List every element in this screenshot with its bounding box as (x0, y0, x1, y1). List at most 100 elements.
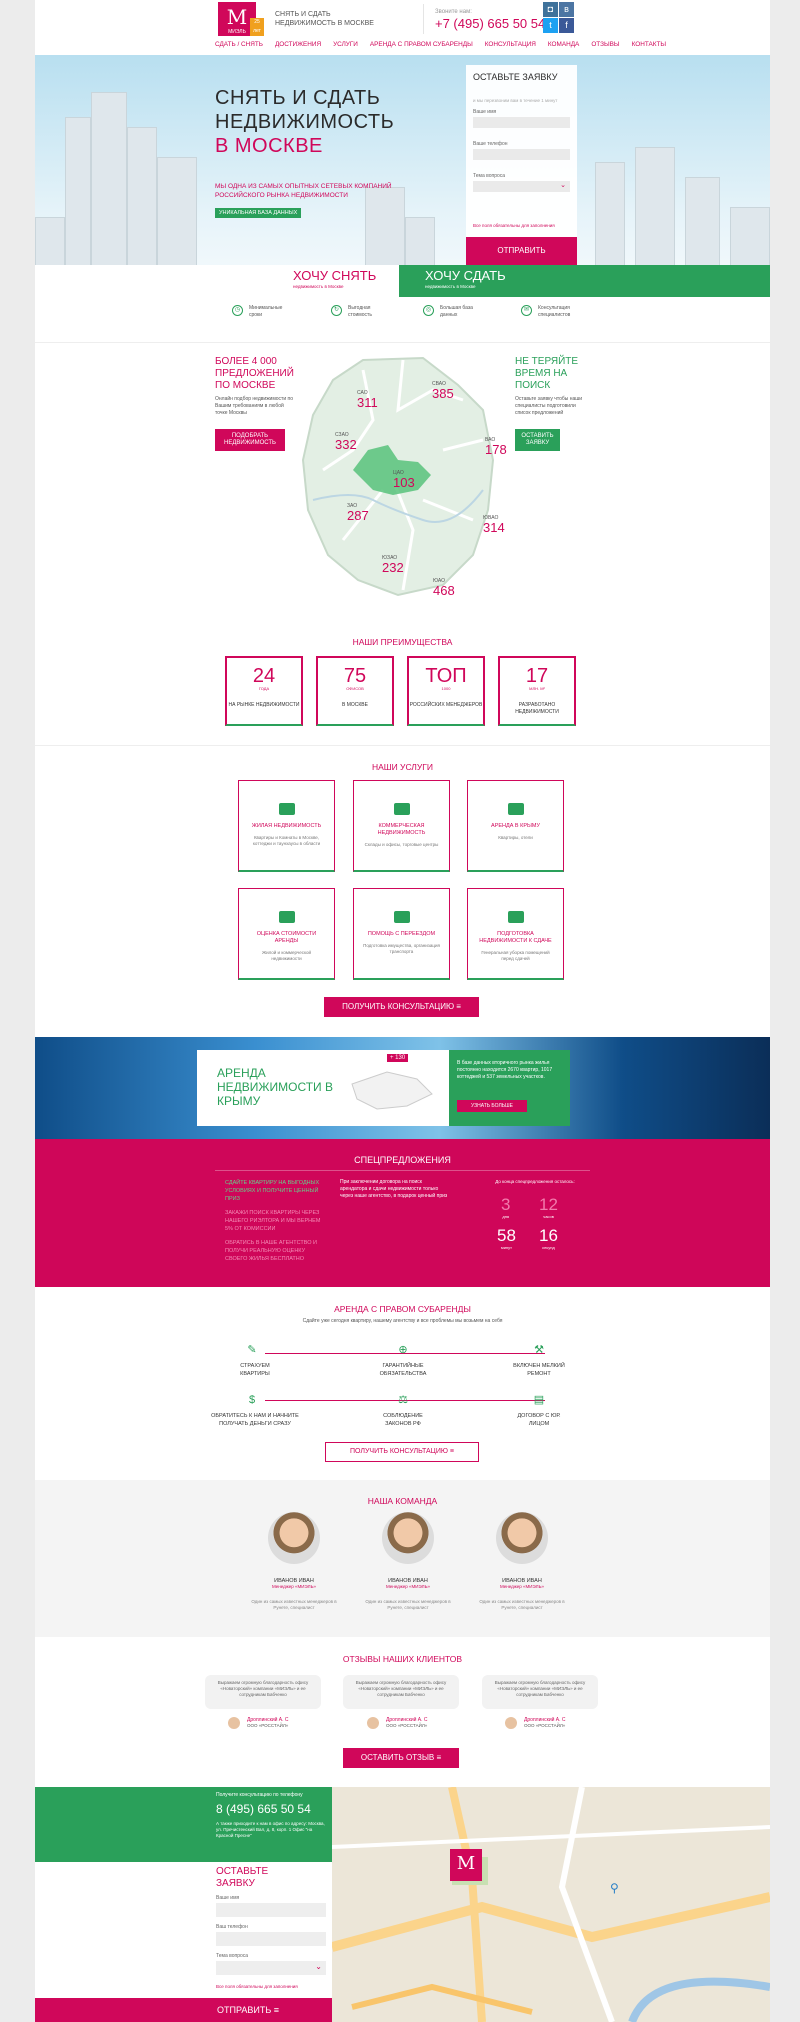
crimea-info: В базе данных вторичного рынка жилья пос… (449, 1050, 570, 1126)
timer-hours: 12 часов (539, 1195, 558, 1219)
nav-rent[interactable]: СДАТЬ / СНЯТЬ (215, 41, 263, 48)
review-author: Дроплинский А. С ООО «РОССТАЙЛ» (247, 1717, 289, 1728)
district-zao[interactable]: ЗАО 287 (347, 503, 369, 522)
menu-icon: ≡ (436, 1753, 442, 1762)
offer-item[interactable]: ЗАКАЖИ ПОИСК КВАРТИРЫ ЧЕРЕЗ НАШЕГО РИЭЛТ… (225, 1209, 325, 1233)
facebook-icon[interactable]: f (559, 18, 574, 33)
header-phone[interactable]: +7 (495) 665 50 54 (435, 16, 545, 31)
advantage-card: ТОП 1000 РОССИЙСКИХ МЕНЕДЖЕРОВ (407, 656, 485, 726)
district-yuao[interactable]: ЮАО 468 (433, 578, 455, 597)
database-icon: ◎ (423, 305, 434, 316)
footer-form-title: ОСТАВЬТЕ ЗАЯВКУ (216, 1866, 269, 1889)
location-map[interactable]: M ⚲ (332, 1787, 770, 2022)
tab-let-label: ХОЧУ СДАТЬ (425, 268, 506, 283)
phone-label: Звоните нам: (435, 9, 472, 15)
avatar (268, 1512, 320, 1564)
consult-button[interactable]: ПОЛУЧИТЬ КОНСУЛЬТАЦИЮ ≡ (324, 997, 479, 1017)
review-card: Выражаем огромную благодарность офису «Н… (482, 1675, 598, 1709)
leave-review-button[interactable]: ОСТАВИТЬ ОТЗЫВ ≡ (343, 1748, 459, 1768)
district-vao[interactable]: ВАО 178 (485, 437, 507, 456)
divider (35, 745, 770, 746)
service-card[interactable]: ПОМОЩЬ С ПЕРЕЕЗДОМ Подготовка имущества, … (353, 888, 450, 980)
nav-contacts[interactable]: КОНТАКТЫ (632, 41, 666, 48)
phone-input[interactable] (473, 149, 570, 160)
service-card[interactable]: ОЦЕНКА СТОИМОСТИ АРЕНДЫ Жилой и коммерчес… (238, 888, 335, 980)
anniversary-badge: 25 лет (250, 18, 264, 36)
offer-item-active[interactable]: СДАЙТЕ КВАРТИРУ НА ВЫГОДНЫХ УСЛОВИЯХ И П… (225, 1179, 325, 1203)
consult-button-outline[interactable]: ПОЛУЧИТЬ КОНСУЛЬТАЦИЮ ≡ (325, 1442, 479, 1462)
leave-request-button[interactable]: Оставить ЗАЯВКУ (515, 429, 560, 451)
find-property-button[interactable]: Подобрать НЕДВИЖИМОСТЬ (215, 429, 285, 451)
avatar (496, 1512, 548, 1564)
hero: СНЯТЬ И СДАТЬ НЕДВИЖИМОСТЬ В МОСКВЕ МЫ ОДН… (35, 55, 770, 277)
request-text: Оставьте заявку чтобы наши специалисты п… (515, 396, 583, 416)
footer-submit-button[interactable]: ОТПРАВИТЬ ≡ (35, 1998, 332, 2022)
district-cao[interactable]: ЦАО 103 (393, 470, 415, 489)
offers-title: БОЛЕЕ 4 000 ПРЕДЛОЖЕНИЙ ПО МОСКВЕ (215, 356, 294, 391)
divider (215, 1170, 590, 1171)
service-card[interactable]: ПОДГОТОВКА НЕДВИЖИМОСТИ К СДАЧЕ Генеральн… (467, 888, 564, 980)
nav-achievements[interactable]: ДОСТИЖЕНИЯ (275, 41, 321, 48)
name-input[interactable] (216, 1903, 326, 1917)
footer-phone[interactable]: 8 (495) 665 50 54 (216, 1802, 311, 1816)
district-svao[interactable]: СВАО 385 (432, 381, 454, 400)
chevron-down-icon: ⌄ (315, 1962, 322, 1971)
vk-icon[interactable]: в (559, 2, 574, 17)
service-card[interactable]: ЖИЛАЯ НЕДВИЖИМОСТЬ Квартиры и Комнаты в М… (238, 780, 335, 872)
advantage-card: 24 ГОДА НА РЫНКЕ НЕДВИЖИМОСТИ (225, 656, 303, 726)
nav-consult[interactable]: КОНСУЛЬТАЦИЯ (485, 41, 536, 48)
map-pin-icon[interactable]: ⚲ (610, 1881, 619, 1895)
footer-contacts: Получите консультацию по телефону 8 (495… (35, 1787, 332, 1862)
menu-icon: ≡ (456, 1002, 461, 1011)
name-label: Ваше имя (216, 1895, 240, 1901)
district-szao[interactable]: СЗАО 332 (335, 432, 357, 451)
district-sao[interactable]: САО 311 (357, 390, 378, 409)
team-member: ИВАНОВ ИВАН Менеджер «МИЭЛЬ» Один из самых… (244, 1512, 344, 1611)
nav-sublease[interactable]: АРЕНДА С ПРАВОМ СУБАРЕНДЫ (370, 41, 473, 48)
topic-select[interactable]: ⌄ (216, 1961, 326, 1975)
name-label: Ваше имя (473, 109, 497, 115)
footer-form: ОСТАВЬТЕ ЗАЯВКУ Ваше имя Ваш телефон Тем… (35, 1862, 332, 1998)
sublease-item: ВКЛЮЧЕН МЕЛКИЙ РЕМОНТ (513, 1363, 565, 1377)
sublease-title: АРЕНДА С ПРАВОМ СУБАРЕНДЫ (334, 1304, 471, 1314)
topic-select[interactable]: ⌄ (473, 181, 570, 192)
district-yuzao[interactable]: ЮЗАО 232 (382, 555, 404, 574)
building-image (595, 162, 625, 277)
name-input[interactable] (473, 117, 570, 128)
divider (35, 342, 770, 343)
district-yuvao[interactable]: ЮВАО 314 (483, 515, 505, 534)
twitter-icon[interactable]: t (543, 18, 558, 33)
timer-days: 3 дня (501, 1195, 511, 1219)
tab-let[interactable]: ХОЧУ СДАТЬ недвижимость в Москве (399, 265, 770, 297)
offer-item[interactable]: ОБРАТИСЬ В НАШЕ АГЕНТСТВО И ПОЛУЧИ РЕАЛЬ… (225, 1239, 325, 1263)
nav-team[interactable]: КОМАНДА (548, 41, 579, 48)
offer-text: При заключении договора на поиск арендат… (340, 1179, 448, 1199)
instagram-icon[interactable]: ◘ (543, 2, 558, 17)
map-marker-logo[interactable]: M (450, 1849, 482, 1881)
hero-badge: УНИКАЛЬНАЯ БАЗА ДАННЫХ (215, 208, 302, 218)
crimea-map-icon (351, 1071, 433, 1110)
service-card[interactable]: КОММЕРЧЕСКАЯ НЕДВИЖИМОСТЬ Склады и офисы,… (353, 780, 450, 872)
sofa-icon (278, 803, 295, 815)
phone-input[interactable] (216, 1932, 326, 1946)
sublease-item: ОБРАТИТЕСЬ К НАМ И НАЧНИТЕ ПОЛУЧАТЬ ДЕНЬ… (211, 1413, 299, 1427)
nav-services[interactable]: УСЛУГИ (333, 41, 358, 48)
learn-more-button[interactable]: УЗНАТЬ БОЛЬШЕ (457, 1100, 527, 1112)
lamp-icon (507, 911, 524, 923)
tab-rent-sub: недвижимость в Москве (293, 284, 344, 289)
building-icon (393, 803, 410, 815)
service-card[interactable]: АРЕНДА В КРЫМУ Квартиры, отели (467, 780, 564, 872)
truck-icon (393, 911, 410, 923)
special-title: СПЕЦПРЕДЛОЖЕНИЯ (354, 1155, 451, 1165)
submit-button[interactable]: ОТПРАВИТЬ (466, 237, 577, 265)
sublease-item: СТРАХУЕМ КВАРТИРЫ (240, 1363, 270, 1377)
phone-label: Ваш телефон (216, 1924, 248, 1930)
tab-rent[interactable]: ХОЧУ СНЯТЬ недвижимость в Москве (35, 265, 399, 295)
advantage-card: 17 МЛН. М² РАЗРАБОТАНО НЕДВИЖИМОСТИ (498, 656, 576, 726)
advantage-card: 75 ОФИСОВ В МОСКВЕ (316, 656, 394, 726)
chat-icon: ✉ (521, 305, 532, 316)
avatar (367, 1717, 379, 1729)
building-image (685, 177, 720, 277)
nav-reviews[interactable]: ОТЗЫВЫ (591, 41, 619, 48)
form-note: Все поля обязательны для заполнения (216, 1984, 298, 1989)
